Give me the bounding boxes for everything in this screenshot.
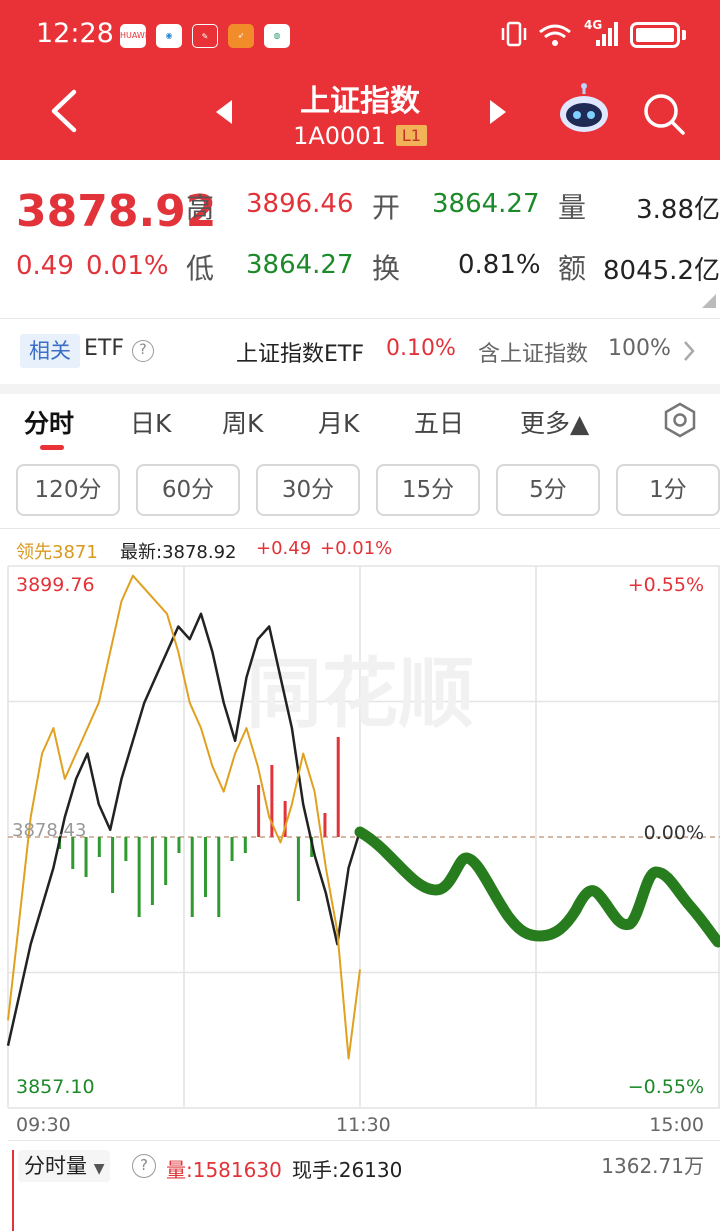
time-mid: 11:30 — [336, 1114, 391, 1136]
axis-bottom-pct: −0.55% — [627, 1076, 704, 1098]
news2-app-icon: ➶ — [228, 24, 254, 48]
search-icon[interactable] — [642, 92, 686, 136]
time-start: 09:30 — [16, 1114, 71, 1136]
current-hand: 现手:26130 — [292, 1158, 403, 1182]
browser-app-icon: ◉ — [156, 24, 182, 48]
high-value: 3896.46 — [246, 189, 354, 219]
volume-bar — [230, 837, 234, 861]
battery-icon — [630, 22, 680, 48]
axis-top-pct: +0.55% — [627, 574, 704, 596]
help-icon[interactable]: ? — [132, 340, 154, 362]
wifi-icon — [539, 24, 571, 39]
time-end: 15:00 — [649, 1114, 704, 1136]
volume-bar — [204, 837, 207, 897]
volume-bar — [190, 837, 194, 917]
tab-monthly-k[interactable]: 月K — [318, 404, 359, 440]
volume-bar — [111, 837, 115, 893]
low-label: 低 — [186, 252, 215, 285]
stock-code: 1A0001 — [293, 122, 386, 150]
period-button-5m[interactable]: 5分 — [496, 464, 600, 516]
etf-pct: 0.10% — [386, 336, 456, 361]
volume-total: 量:1581630 — [166, 1158, 282, 1182]
app-icon: ◍ — [264, 24, 290, 48]
volume-selector-label: 分时量 — [24, 1154, 87, 1178]
turnover-value: 0.81% — [458, 250, 541, 280]
volume-bar — [97, 837, 101, 857]
volume-bar — [164, 837, 168, 885]
volume-bar — [257, 785, 261, 837]
legend-change-pct: +0.01% — [320, 538, 393, 559]
tab-five-day[interactable]: 五日 — [414, 404, 464, 440]
etf-label: ETF — [84, 336, 124, 361]
amount-label: 额 — [558, 252, 587, 285]
page-title: 上证指数 — [300, 84, 420, 119]
period-button-60m[interactable]: 60分 — [136, 464, 240, 516]
tab-daily-k[interactable]: 日K — [130, 404, 171, 440]
expand-corner-icon[interactable] — [702, 294, 716, 308]
settings-hex-icon[interactable] — [662, 402, 698, 438]
tab-weekly-k[interactable]: 周K — [222, 404, 263, 440]
etf-contains-pct: 100% — [608, 336, 671, 361]
active-tab-indicator — [40, 445, 64, 450]
volume-label: 量 — [558, 191, 587, 224]
open-value: 3864.27 — [432, 189, 540, 219]
open-label: 开 — [372, 191, 401, 224]
volume-bar — [71, 837, 75, 869]
price-change: 0.49 — [16, 251, 74, 281]
volume-bar — [296, 837, 300, 901]
app-header: 12:28 HUAWEI ◉ ✎ ➶ ◍ 4G 上证指数 1A0001 L1 — [0, 0, 720, 160]
volume-bar — [137, 837, 141, 917]
volume-bar — [124, 837, 128, 861]
amount-value: 8045.2亿 — [603, 256, 720, 286]
stock-code-row: 1A0001 L1 — [0, 122, 720, 150]
tab-more[interactable]: 更多▲ — [520, 404, 589, 440]
robot-assistant-icon[interactable] — [556, 82, 612, 136]
period-button-15m[interactable]: 15分 — [376, 464, 480, 516]
axis-bottom-price: 3857.10 — [16, 1076, 95, 1098]
volume-bar — [217, 837, 221, 917]
etf-contains: 含上证指数 — [478, 342, 589, 367]
huawei-app-icon: HUAWEI — [120, 24, 146, 48]
volume-max: 1362.71万 — [601, 1154, 704, 1178]
axis-mid-price: 3878.43 — [12, 820, 87, 841]
volume-bar — [150, 837, 154, 905]
watermark: 同花顺 — [246, 649, 474, 738]
volume-selector[interactable]: 分时量 ▼ — [18, 1150, 111, 1182]
vibrate-icon — [501, 21, 527, 47]
forecast-green-line — [354, 826, 720, 948]
volume-value: 3.88亿 — [636, 195, 720, 225]
legend-change: +0.49 — [256, 538, 312, 559]
etf-name[interactable]: 上证指数ETF — [236, 336, 364, 368]
related-badge: 相关 — [20, 334, 80, 368]
axis-mid-pct: 0.00% — [643, 822, 704, 844]
volume-bar — [323, 813, 327, 837]
period-button-120m[interactable]: 120分 — [16, 464, 120, 516]
level-badge: L1 — [395, 125, 427, 146]
status-time: 12:28 — [36, 18, 114, 49]
price-change-pct: 0.01% — [86, 251, 169, 281]
dropdown-triangle-icon: ▼ — [93, 1161, 105, 1177]
network-type: 4G — [584, 18, 603, 32]
volume-bar — [177, 837, 181, 853]
axis-top-price: 3899.76 — [16, 574, 95, 596]
next-stock-icon[interactable] — [488, 98, 510, 126]
volume-help-icon[interactable]: ? — [132, 1154, 156, 1178]
volume-bar — [84, 837, 88, 877]
turnover-label: 换 — [372, 252, 401, 285]
intraday-chart[interactable]: 同花顺 — [0, 560, 720, 1110]
volume-bar — [336, 737, 340, 837]
period-button-30m[interactable]: 30分 — [256, 464, 360, 516]
chevron-right-icon[interactable] — [682, 340, 696, 362]
volume-bar-first — [12, 1150, 14, 1231]
period-button-1m[interactable]: 1分 — [616, 464, 720, 516]
news-app-icon: ✎ — [192, 24, 218, 48]
tab-intraday[interactable]: 分时 — [24, 404, 74, 440]
low-value: 3864.27 — [246, 250, 354, 280]
high-label: 高 — [186, 191, 215, 224]
volume-bar — [243, 837, 247, 853]
